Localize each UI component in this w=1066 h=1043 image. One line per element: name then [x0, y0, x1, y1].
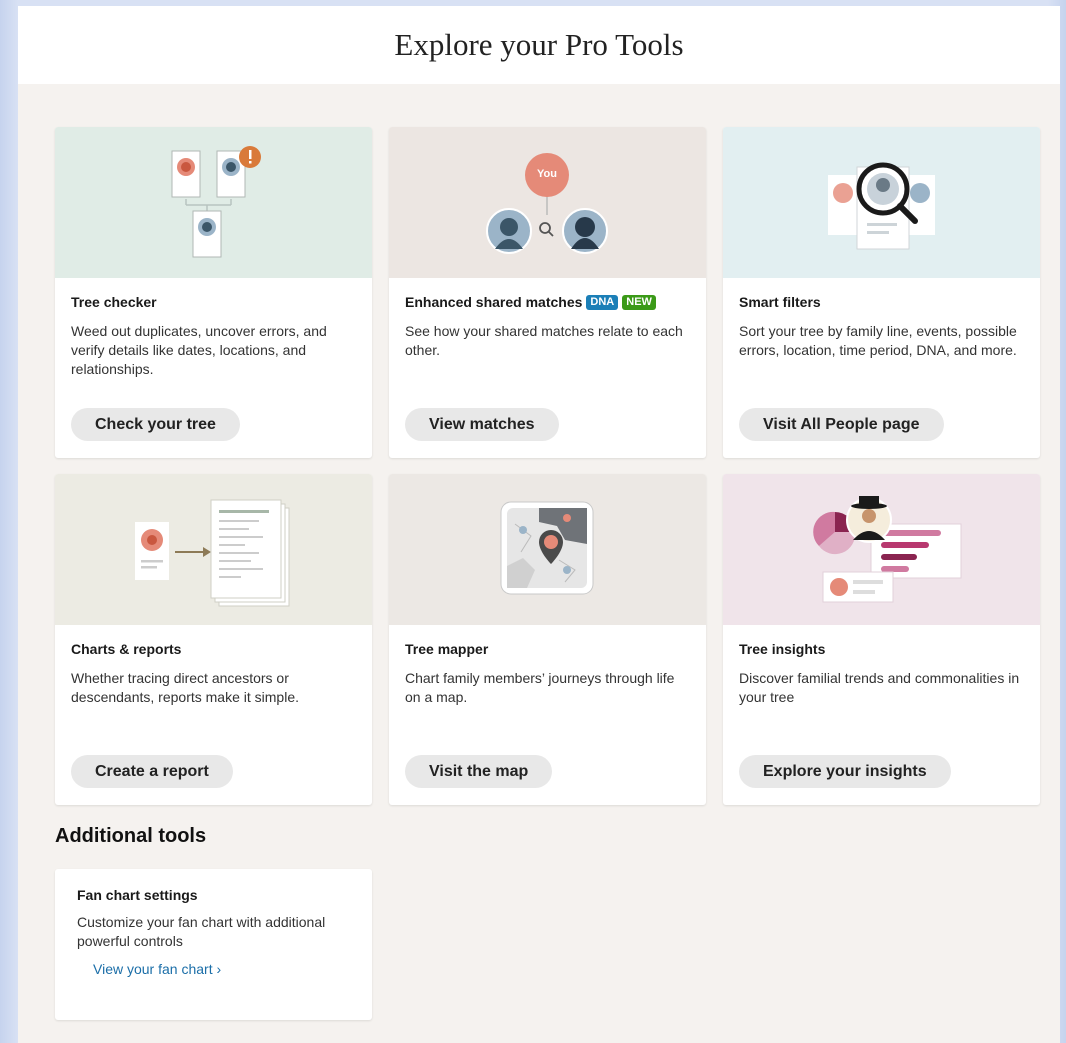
- charts-reports-illustration: [55, 474, 372, 625]
- insights-chart-icon: [813, 496, 962, 603]
- card-body: Smart filters Sort your tree by family l…: [723, 278, 1040, 458]
- smart-filters-illustration: [723, 127, 1040, 278]
- tree-mapper-illustration: [389, 474, 706, 625]
- header: Explore your Pro Tools: [18, 6, 1060, 84]
- visit-the-map-button[interactable]: Visit the map: [405, 755, 553, 788]
- card-title: Fan chart settings: [77, 887, 198, 903]
- card-tree-checker: Tree checker Weed out duplicates, uncove…: [55, 127, 372, 458]
- card-fan-chart-settings: Fan chart settings Customize your fan ch…: [55, 869, 372, 1020]
- you-label: You: [537, 168, 557, 180]
- card-title-text: Smart filters: [739, 294, 821, 310]
- report-document-icon: [135, 499, 290, 607]
- card-desc: Weed out duplicates, uncover errors, and…: [71, 323, 327, 377]
- link-text: View your fan chart: [93, 961, 213, 977]
- create-report-button[interactable]: Create a report: [71, 755, 233, 788]
- visit-all-people-button[interactable]: Visit All People page: [739, 408, 944, 441]
- card-title: Enhanced shared matches DNA NEW: [405, 294, 690, 310]
- card-body: Charts & reports Whether tracing direct …: [55, 625, 372, 805]
- card-tree-insights: Tree insights Discover familial trends a…: [723, 474, 1040, 805]
- card-body: Tree insights Discover familial trends a…: [723, 625, 1040, 805]
- view-fan-chart-link[interactable]: View your fan chart ›: [93, 961, 221, 977]
- pro-tools-panel: Explore your Pro Tools Tree checker Weed…: [18, 6, 1060, 1043]
- card-enhanced-shared-matches: You Enhanced shared matches DNA NEW See …: [389, 127, 706, 458]
- chevron-right-icon: ›: [216, 961, 222, 977]
- card-title-text: Enhanced shared matches: [405, 294, 583, 310]
- check-your-tree-button[interactable]: Check your tree: [71, 408, 240, 441]
- page-title: Explore your Pro Tools: [394, 27, 684, 62]
- card-title-text: Tree checker: [71, 294, 157, 310]
- card-desc: Customize your fan chart with additional…: [77, 914, 326, 949]
- card-title-text: Tree mapper: [405, 641, 489, 657]
- card-body: Tree mapper Chart family members’ journe…: [389, 625, 706, 805]
- new-badge: NEW: [622, 294, 656, 310]
- card-desc: Whether tracing direct ancestors or desc…: [71, 670, 299, 705]
- magnifier-people-icon: [828, 162, 935, 250]
- tree-checker-icon: [171, 146, 261, 258]
- map-pin-icon: [500, 501, 594, 595]
- shared-matches-icon: [486, 153, 608, 254]
- view-matches-button[interactable]: View matches: [405, 408, 559, 441]
- card-desc: Sort your tree by family line, events, p…: [739, 323, 1017, 358]
- card-desc: Discover familial trends and commonaliti…: [739, 670, 1020, 705]
- card-desc: See how your shared matches relate to ea…: [405, 323, 683, 358]
- shared-matches-illustration: You: [389, 127, 706, 278]
- card-title-text: Charts & reports: [71, 641, 182, 657]
- card-smart-filters: Smart filters Sort your tree by family l…: [723, 127, 1040, 458]
- additional-tools-heading: Additional tools: [55, 825, 207, 847]
- explore-insights-button[interactable]: Explore your insights: [739, 755, 951, 788]
- card-title: Tree mapper: [405, 641, 690, 657]
- card-body: Tree checker Weed out duplicates, uncove…: [55, 278, 372, 458]
- card-tree-mapper: Tree mapper Chart family members’ journe…: [389, 474, 706, 805]
- card-title: Charts & reports: [71, 641, 356, 657]
- dna-badge: DNA: [586, 294, 619, 310]
- card-title-text: Tree insights: [739, 641, 826, 657]
- card-desc: Chart family members’ journeys through l…: [405, 670, 675, 705]
- card-title: Smart filters: [739, 294, 1024, 310]
- tree-insights-illustration: [723, 474, 1040, 625]
- card-title: Tree insights: [739, 641, 1024, 657]
- card-title: Tree checker: [71, 294, 356, 310]
- card-body: Enhanced shared matches DNA NEW See how …: [389, 278, 706, 458]
- card-charts-reports: Charts & reports Whether tracing direct …: [55, 474, 372, 805]
- tree-checker-illustration: [55, 127, 372, 278]
